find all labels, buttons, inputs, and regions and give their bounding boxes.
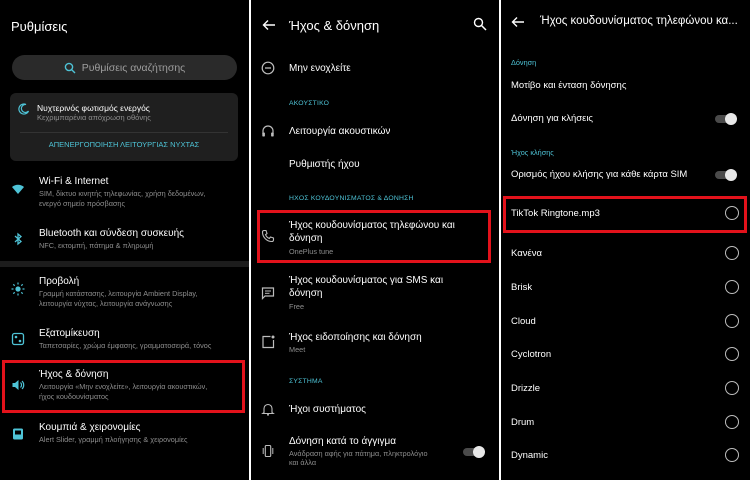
section-divider (0, 261, 249, 267)
settings-item-subtitle: Ταπετσαρίες, χρώμα έμφασης, γραμματοσειρ… (39, 341, 212, 350)
ringtone-label: Κανένα (511, 248, 542, 259)
item-title: Ρυθμιστής ήχου (289, 159, 360, 170)
notification-sound-item[interactable]: Ήχος ειδοποίησης και δόνηση Meet (251, 330, 499, 358)
vibration-icon (262, 444, 274, 458)
ringtone-option[interactable]: Cloud (501, 304, 750, 338)
ringtone-option[interactable]: Drum (501, 405, 750, 439)
highlight-box (257, 210, 491, 263)
settings-item-subtitle: Γραμμή κατάστασης, λειτουργία Ambient Di… (39, 289, 198, 308)
settings-item-subtitle: Alert Slider, γραμμή πλοήγησης & χειρονο… (39, 435, 188, 444)
per-sim-ringtone-item[interactable]: Ορισμός ήχου κλήσης για κάθε κάρτα SIM (511, 169, 687, 180)
ringtone-label: Brisk (511, 282, 533, 293)
radio-button[interactable] (725, 415, 739, 429)
wifi-icon (12, 184, 24, 194)
settings-item-buttons-gestures[interactable]: Κουμπιά & χειρονομίες Alert Slider, γραμ… (0, 421, 249, 449)
page-title: Ήχος & δόνηση (289, 18, 380, 33)
settings-item-subtitle: NFC, εκτομπή, πάτημα & πληρωμή (39, 241, 154, 250)
item-title: Μην ενοχλείτε (289, 63, 351, 74)
divider (20, 132, 228, 133)
bluetooth-icon (14, 232, 22, 246)
settings-item-title: Κουμπιά & χειρονομίες (39, 422, 141, 433)
vibrate-for-calls-item[interactable]: Δόνηση για κλήσεις (511, 113, 593, 124)
highlight-box (2, 360, 245, 413)
highlight-box (503, 196, 747, 233)
touch-vibration-item[interactable]: Δόνηση κατά το άγγιγμα Ανάδραση αφής για… (251, 434, 499, 474)
ringtone-option[interactable]: Κανένα (501, 236, 750, 270)
section-header-ringtone: Ήχος κλήσης (511, 148, 554, 157)
radio-button[interactable] (725, 347, 739, 361)
headphones-item[interactable]: Λειτουργία ακουστικών (251, 122, 499, 142)
ringtone-label: Dynamic (511, 450, 548, 461)
ringtone-option[interactable]: Cyclotron (501, 337, 750, 371)
equalizer-item[interactable]: Ρυθμιστής ήχου (251, 155, 499, 175)
sound-vibration-panel: Ήχος & δόνηση Μην ενοχλείτε ΑΚΟΥΣΤΙΚΟ Λε… (251, 0, 499, 480)
bell-icon (261, 403, 275, 416)
item-title: Ήχοι συστήματος (289, 404, 366, 415)
section-header-audio: ΑΚΟΥΣΤΙΚΟ (289, 100, 330, 107)
item-title: Δόνηση κατά το άγγιγμα (289, 436, 397, 447)
settings-panel: Ρυθμίσεις Ρυθμίσεις αναζήτησης Νυχτερινό… (0, 0, 249, 480)
night-card-title: Νυχτερινός φωτισμός ενεργός (37, 103, 150, 113)
search-placeholder: Ρυθμίσεις αναζήτησης (81, 61, 186, 74)
settings-item-title: Εξατομίκευση (39, 328, 100, 339)
radio-button[interactable] (725, 246, 739, 260)
settings-item-title: Προβολή (39, 276, 80, 287)
radio-button[interactable] (725, 381, 739, 395)
item-subtitle: Free (289, 302, 305, 311)
radio-button[interactable] (725, 314, 739, 328)
headphones-icon (262, 125, 274, 137)
vibrate-for-calls-toggle[interactable] (715, 113, 737, 125)
per-sim-ringtone-toggle[interactable] (715, 169, 737, 181)
search-input[interactable]: Ρυθμίσεις αναζήτησης (12, 55, 237, 80)
section-header-vibration: Δόνηση (511, 58, 537, 67)
palette-icon (11, 332, 25, 346)
item-title: Λειτουργία ακουστικών (289, 126, 391, 137)
night-card-subtitle: Κεχριμπαρένια απόχρωση οθόνης (37, 113, 151, 122)
touch-vibration-toggle[interactable] (463, 446, 485, 458)
brightness-icon (11, 282, 25, 296)
ringtone-option[interactable]: Drizzle (501, 371, 750, 405)
section-header-system: ΣΥΣΤΗΜΑ (289, 378, 323, 385)
night-mode-card: Νυχτερινός φωτισμός ενεργός Κεχριμπαρένι… (10, 93, 238, 161)
settings-item-title: Bluetooth και σύνδεση συσκευής (39, 228, 184, 239)
item-subtitle: Meet (289, 345, 306, 354)
disable-night-mode-button[interactable]: ΑΠΕΝΕΡΓΟΠΟΙΗΣΗ ΛΕΙΤΟΥΡΓΙΑΣ ΝΥΧΤΑΣ (10, 140, 238, 149)
ringtone-option[interactable]: Brisk (501, 270, 750, 304)
ringtone-label: Cyclotron (511, 349, 552, 360)
settings-item-display[interactable]: Προβολή Γραμμή κατάστασης, λειτουργία Am… (0, 274, 249, 312)
back-arrow-icon[interactable] (262, 19, 276, 31)
radio-button[interactable] (725, 448, 739, 462)
settings-item-subtitle: SIM, δίκτυο κινητής τηλεφωνίας, χρήση δε… (39, 189, 206, 208)
vibration-pattern-item[interactable]: Μοτίβο και ένταση δόνησης (511, 80, 626, 91)
ringtone-option[interactable]: Dynamic (501, 438, 750, 472)
notification-icon (262, 335, 275, 349)
message-icon (261, 287, 275, 300)
ringtone-label: Drizzle (511, 383, 541, 394)
item-title: Ήχος κουδουνίσματος για SMS και δόνηση (289, 275, 444, 299)
page-title: Ήχος κουδουνίσματος τηλεφώνου κα... (540, 15, 738, 27)
moon-icon (18, 103, 30, 115)
sms-ringtone-item[interactable]: Ήχος κουδουνίσματος για SMS και δόνηση Fr… (251, 273, 499, 317)
settings-item-bluetooth[interactable]: Bluetooth και σύνδεση συσκευής NFC, εκτο… (0, 226, 249, 254)
system-sounds-item[interactable]: Ήχοι συστήματος (251, 400, 499, 420)
search-icon[interactable] (473, 17, 487, 31)
settings-item-title: Wi-Fi & Internet (39, 176, 109, 187)
page-title: Ρυθμίσεις (11, 19, 68, 34)
radio-button[interactable] (725, 280, 739, 294)
search-icon (64, 62, 76, 73)
item-title: Ήχος ειδοποίησης και δόνηση (289, 332, 422, 343)
buttons-icon (13, 428, 23, 440)
dnd-item[interactable]: Μην ενοχλείτε (251, 59, 499, 79)
settings-item-wifi[interactable]: Wi-Fi & Internet SIM, δίκτυο κινητής τηλ… (0, 174, 249, 212)
section-header-ringtone: ΗΧΟΣ ΚΟΥΔΟΥΝΙΣΜΑΤΟΣ & ΔΟΝΗΣΗ (289, 195, 414, 202)
back-arrow-icon[interactable] (511, 16, 525, 28)
ringtone-label: Drum (511, 417, 535, 428)
phone-ringtone-panel: Ήχος κουδουνίσματος τηλεφώνου κα... Δόνη… (501, 0, 750, 480)
ringtone-label: Cloud (511, 316, 536, 327)
minus-circle-icon (261, 61, 275, 75)
settings-item-personalization[interactable]: Εξατομίκευση Ταπετσαρίες, χρώμα έμφασης,… (0, 326, 249, 354)
item-subtitle: Ανάδραση αφής για πάτημα, πληκτρολόγιο κα… (289, 449, 428, 467)
